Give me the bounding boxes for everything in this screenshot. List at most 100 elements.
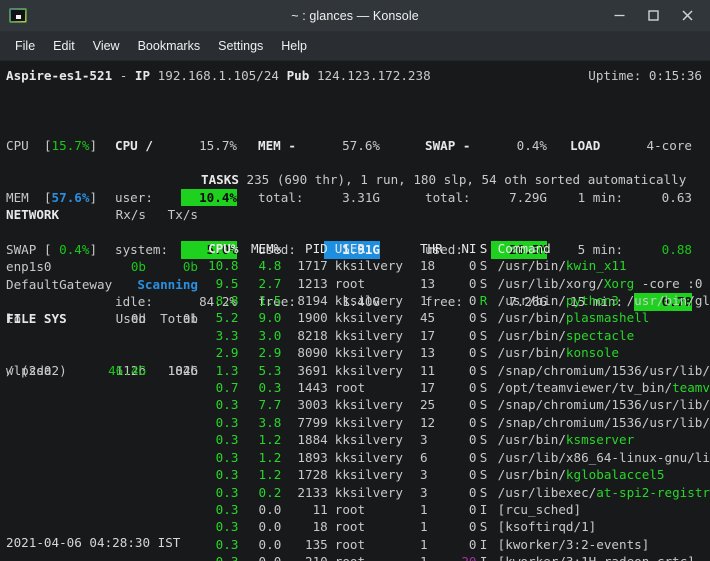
cell-mem: 4.8 — [258, 258, 282, 274]
command-path: /usr/bin/ — [497, 310, 566, 326]
terminal-area[interactable]: Aspire-es1-521 - IP 192.168.1.105/24 Pub… — [0, 61, 710, 561]
maximize-button[interactable] — [636, 0, 670, 31]
process-table-head: CPU% MEM% PID USER THR NI S Command — [201, 240, 710, 257]
table-row[interactable]: 0.3 0.0 18 root 1 0 S [ksoftirqd/1] — [201, 518, 710, 535]
filesys-col-used: Used — [115, 310, 146, 326]
col-header-user[interactable]: USER — [328, 240, 412, 257]
col-header-ni[interactable]: NI — [450, 240, 476, 257]
cell-command: [rcu_sched] — [491, 501, 710, 518]
col-header-state[interactable]: S — [477, 240, 491, 257]
cell-user: root — [328, 553, 412, 561]
command-path: [kworker/3:2-events] — [497, 536, 650, 552]
table-row[interactable]: 0.3 1.2 1884 kksilvery 3 0 S/usr/bin/ksmserver — [201, 431, 710, 448]
cell-state: S — [479, 467, 488, 483]
cell-thr: 13 — [419, 345, 436, 361]
table-row[interactable]: 0.3 0.0 135 root 1 0 I [kworker/3:2-events] — [201, 536, 710, 553]
menu-item-edit[interactable]: Edit — [44, 35, 84, 57]
menu-item-settings[interactable]: Settings — [209, 35, 272, 57]
footer-timestamp: 2021-04-06 04:28:30 IST — [6, 534, 181, 550]
cell-user: root — [334, 519, 366, 535]
cell-pid: 7799 — [297, 414, 328, 430]
cell-pid: 18 — [312, 519, 328, 535]
cell-nice: 0 — [468, 449, 477, 465]
table-row[interactable]: 1.3 5.3 3691 kksilvery 11 0 S/snap/chromium/15… — [201, 362, 710, 379]
cell-pid: 3003 — [297, 397, 328, 413]
col-header-pid[interactable]: PID — [281, 240, 328, 257]
menu-item-file[interactable]: File — [6, 35, 44, 57]
minimize-button[interactable] — [602, 0, 636, 31]
table-row[interactable]: 3.3 3.0 8218 kksilvery 17 0 S/usr/bin/spectacl… — [201, 327, 710, 344]
table-row[interactable]: 0.3 1.2 1728 kksilvery 3 0 S/usr/bin/kglobalac… — [201, 466, 710, 483]
uptime-label: Uptime: — [588, 68, 642, 83]
cell-thr: 12 — [419, 414, 436, 430]
cell-mem: 7.7 — [258, 397, 282, 413]
table-row[interactable]: 0.3 1.2 1893 kksilvery 6 0 S/usr/lib/x86_64-li… — [201, 449, 710, 466]
cell-nice: 0 — [468, 258, 477, 274]
cell-command: /usr/bin/kwin_x11 — [491, 257, 710, 274]
command-args: -core :0 — [634, 275, 703, 291]
menu-item-view[interactable]: View — [84, 35, 129, 57]
table-row[interactable]: 0.7 0.3 1443 root 17 0 S/opt/teamviewer/tv_bin… — [201, 379, 710, 396]
cell-command: /opt/teamviewer/tv_bin/teamv — [491, 379, 710, 396]
cell-user: kksilvery — [334, 484, 403, 500]
command-path: /snap/chromium/1536/usr/lib/ — [497, 397, 710, 413]
command-name: Xorg — [603, 275, 635, 291]
cell-pid: 1893 — [297, 449, 328, 465]
cell-state: S — [479, 432, 488, 448]
table-row[interactable]: 0.3 0.2 2133 kksilvery 3 0 S/usr/libexec/at-sp… — [201, 484, 710, 501]
filesys-row-sda2: / (sda2) 46.4G 102G — [6, 362, 198, 379]
cell-thr: 3 — [419, 484, 428, 500]
table-row[interactable]: 8.8 1.5 8194 kksilvery 1 0 R/usr/bin/python3 /… — [201, 292, 710, 309]
cell-command: [kworker/3:1H-radeon-crtc] — [491, 553, 710, 561]
table-row[interactable]: 0.3 0.0 11 root 1 0 I [rcu_sched] — [201, 501, 710, 518]
cell-command: /usr/bin/ksmserver — [491, 431, 710, 448]
close-button[interactable] — [670, 0, 704, 31]
cell-nice: 0 — [468, 397, 477, 413]
menu-item-bookmarks[interactable]: Bookmarks — [129, 35, 210, 57]
cell-nice: 0 — [468, 275, 477, 291]
cell-user: kksilvery — [334, 293, 403, 309]
table-row[interactable]: 0.30.0210root1-20I [kworker/3:1H-radeon-c… — [201, 553, 710, 561]
cell-state: I — [477, 553, 491, 561]
command-name: ksmserver — [565, 432, 635, 448]
cell-pid: 1900 — [297, 310, 328, 326]
cell-cpu: 0.3 — [215, 484, 239, 500]
host-dash: - — [112, 68, 135, 83]
table-row[interactable]: 0.3 3.8 7799 kksilvery 12 0 S/snap/chromium/15… — [201, 414, 710, 431]
cell-thr: 1 — [419, 519, 428, 535]
cell-command: /usr/libexec/at-spi2-registr — [491, 484, 710, 501]
cell-state: S — [479, 414, 488, 430]
col-header-cpu[interactable]: CPU% — [201, 240, 238, 257]
table-row[interactable]: 9.5 2.7 1213 root 13 0 S/usr/lib/xorg/Xorg -co… — [201, 275, 710, 292]
cell-state: S — [479, 258, 488, 274]
menu-item-help[interactable]: Help — [272, 35, 316, 57]
tasks-summary: 235 (690 thr), 1 run, 180 slp, 54 oth so… — [246, 172, 687, 187]
cell-pid: 11 — [312, 501, 328, 517]
window-controls — [602, 0, 710, 31]
table-row[interactable]: 2.9 2.9 8090 kksilvery 13 0 S/usr/bin/konsole — [201, 344, 710, 361]
cell-cpu: 5.2 — [215, 310, 239, 326]
cell-nice: 0 — [468, 310, 477, 326]
cell-user: kksilvery — [334, 345, 403, 361]
table-row[interactable]: 5.2 9.0 1900 kksilvery 45 0 S/usr/bin/plasmash… — [201, 309, 710, 326]
cell-cpu: 0.3 — [215, 467, 239, 483]
filesys-header-row: FILE SYS Used Total — [6, 310, 198, 327]
cell-command: /usr/bin/kglobalaccel5 — [491, 466, 710, 483]
cell-state: S — [479, 484, 488, 500]
cell-nice: 0 — [468, 380, 477, 396]
command-path: [ksoftirqd/1] — [497, 519, 597, 535]
cell-user: root — [334, 536, 366, 552]
command-path: /usr/bin/ — [497, 258, 566, 274]
command-path: /snap/chromium/1536/usr/lib/ — [497, 362, 710, 378]
cell-mem: 5.3 — [258, 362, 282, 378]
col-header-mem[interactable]: MEM% — [238, 240, 281, 257]
process-table-container[interactable]: CPU% MEM% PID USER THR NI S Command 10.8… — [201, 205, 710, 561]
cell-nice: 0 — [468, 432, 477, 448]
col-header-command[interactable]: Command — [491, 240, 710, 257]
table-row[interactable]: 10.8 4.8 1717 kksilvery 18 0 S/usr/bin/kwin_x1… — [201, 257, 710, 274]
command-args: /usr/bin/gl — [619, 293, 710, 309]
table-row[interactable]: 0.3 7.7 3003 kksilvery 25 0 S/snap/chromium/15… — [201, 396, 710, 413]
col-header-thr[interactable]: THR — [412, 240, 450, 257]
cell-cpu: 0.3 — [215, 519, 239, 535]
cell-thr: 6 — [419, 449, 428, 465]
